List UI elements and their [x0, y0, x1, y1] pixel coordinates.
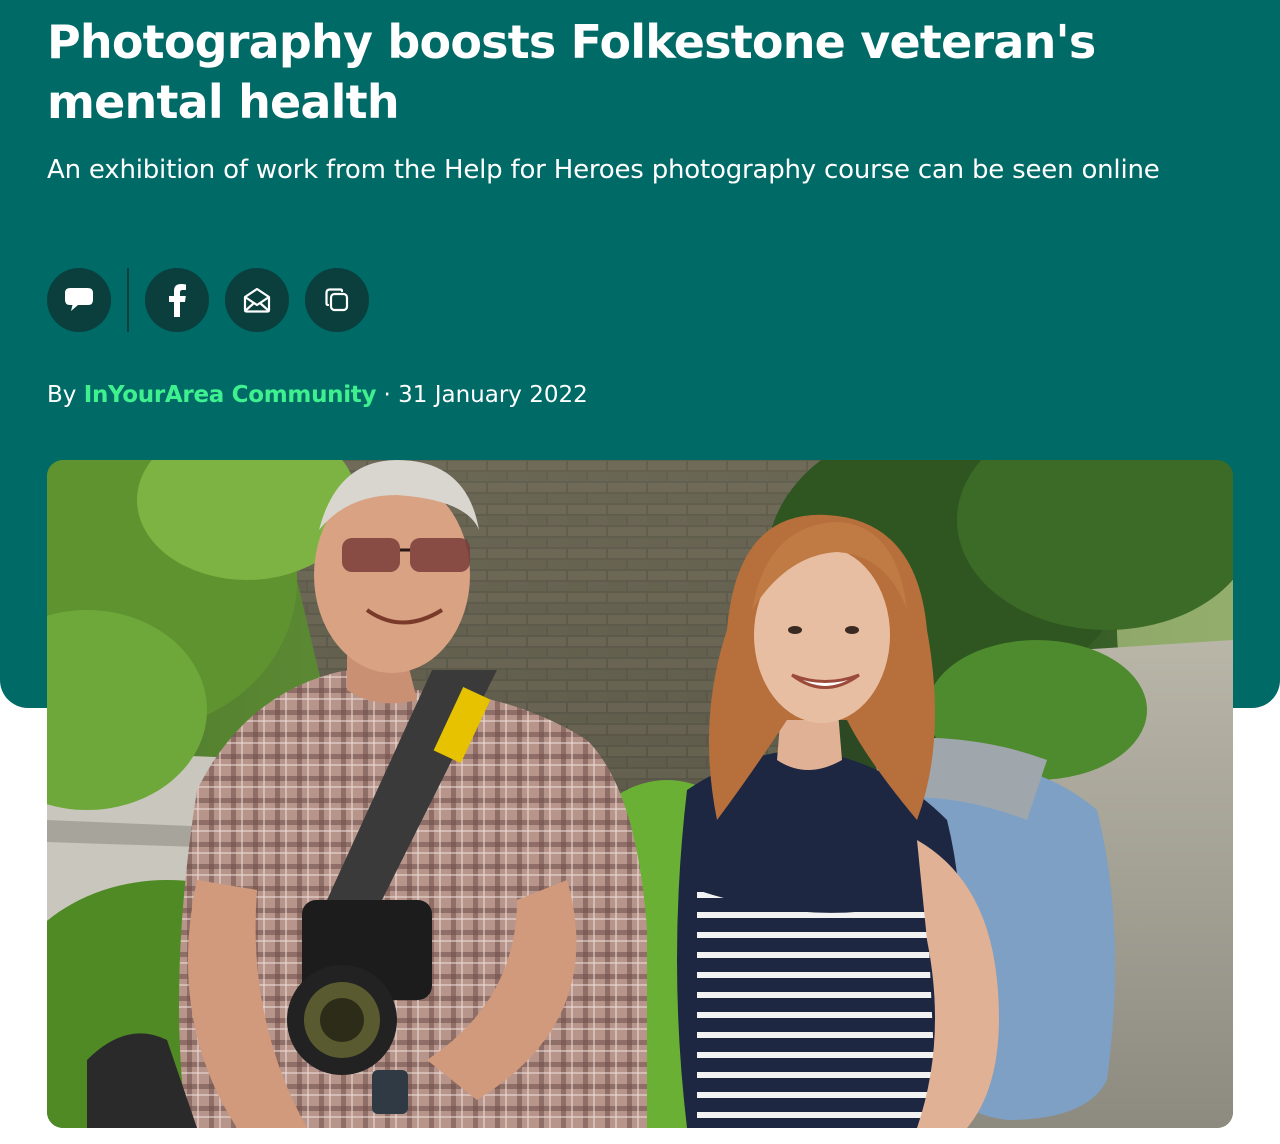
facebook-icon — [167, 283, 187, 317]
comment-icon — [63, 285, 95, 315]
comment-button[interactable] — [47, 268, 111, 332]
hero-photo-illustration — [47, 460, 1233, 1128]
share-divider — [127, 268, 129, 332]
facebook-share-button[interactable] — [145, 268, 209, 332]
publish-date: 31 January 2022 — [398, 382, 588, 408]
email-share-button[interactable] — [225, 268, 289, 332]
copy-link-icon — [323, 286, 351, 314]
copy-link-button[interactable] — [305, 268, 369, 332]
article-headline: Photography boosts Folkestone veteran's … — [47, 15, 1096, 129]
hero-image — [47, 460, 1233, 1128]
byline-prefix: By — [47, 382, 84, 408]
email-icon — [242, 286, 272, 314]
article-standfirst: An exhibition of work from the Help for … — [47, 155, 1160, 185]
share-toolbar — [47, 268, 369, 332]
article-byline: By InYourArea Community · 31 January 202… — [47, 378, 588, 412]
byline-separator: · — [376, 382, 399, 408]
author-link[interactable]: InYourArea Community — [84, 382, 377, 408]
